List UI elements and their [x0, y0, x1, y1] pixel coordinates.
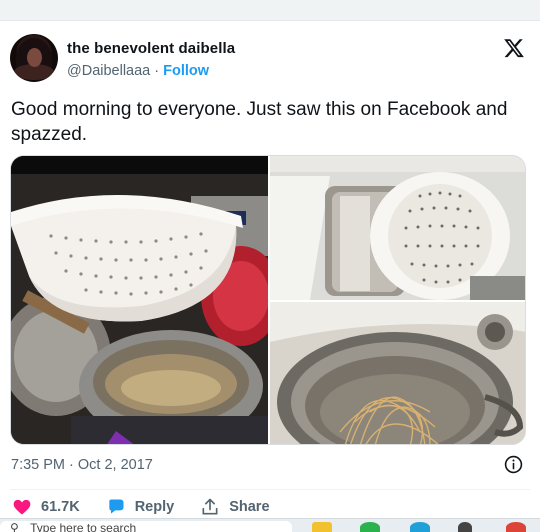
author-name[interactable]: the benevolent daibella	[67, 40, 235, 57]
reply-label: Reply	[134, 499, 175, 515]
messaging-app-icon[interactable]	[360, 522, 380, 532]
page-background	[0, 0, 540, 20]
chrome-browser-icon[interactable]	[506, 522, 526, 532]
tweet-timestamp[interactable]: 7:35 PM · Oct 2, 2017	[11, 457, 153, 473]
edge-browser-icon[interactable]	[410, 522, 430, 532]
follow-button[interactable]: Follow	[163, 63, 209, 79]
search-icon: ⚲	[10, 521, 19, 532]
meta-separator: ·	[154, 63, 160, 79]
file-explorer-icon[interactable]	[312, 522, 332, 532]
action-divider	[10, 489, 530, 490]
heart-icon	[13, 499, 31, 515]
share-icon	[202, 498, 218, 515]
tweet-text: Good morning to everyone. Just saw this …	[11, 99, 508, 145]
share-button[interactable]: Share	[200, 497, 270, 517]
like-button[interactable]: 61.7K	[12, 497, 80, 517]
x-logo-icon[interactable]	[503, 37, 525, 59]
tweet-actions: 61.7K Reply Share	[12, 495, 296, 519]
info-icon[interactable]	[504, 455, 523, 474]
taskbar-search-placeholder: Type here to search	[30, 521, 137, 532]
photo-colander-in-pot-sink[interactable]	[270, 156, 525, 300]
tweet-media-grid	[10, 155, 526, 445]
os-taskbar: ⚲ Type here to search	[0, 518, 540, 532]
like-count: 61.7K	[41, 499, 80, 515]
photo-spaghetti-in-pot[interactable]	[270, 302, 525, 444]
author-meta: @Daibellaaa · Follow	[67, 63, 209, 79]
author-handle[interactable]: @Daibellaaa	[67, 63, 150, 79]
reply-button[interactable]: Reply	[106, 497, 175, 517]
photo-colander-over-pot[interactable]	[11, 156, 268, 444]
share-label: Share	[229, 499, 270, 515]
author-avatar[interactable]	[10, 34, 58, 82]
settings-gear-icon[interactable]	[458, 522, 472, 532]
tweet-card: the benevolent daibella @Daibellaaa · Fo…	[0, 20, 540, 518]
reply-bubble-icon	[109, 499, 124, 514]
taskbar-search-box[interactable]: ⚲ Type here to search	[0, 521, 292, 532]
